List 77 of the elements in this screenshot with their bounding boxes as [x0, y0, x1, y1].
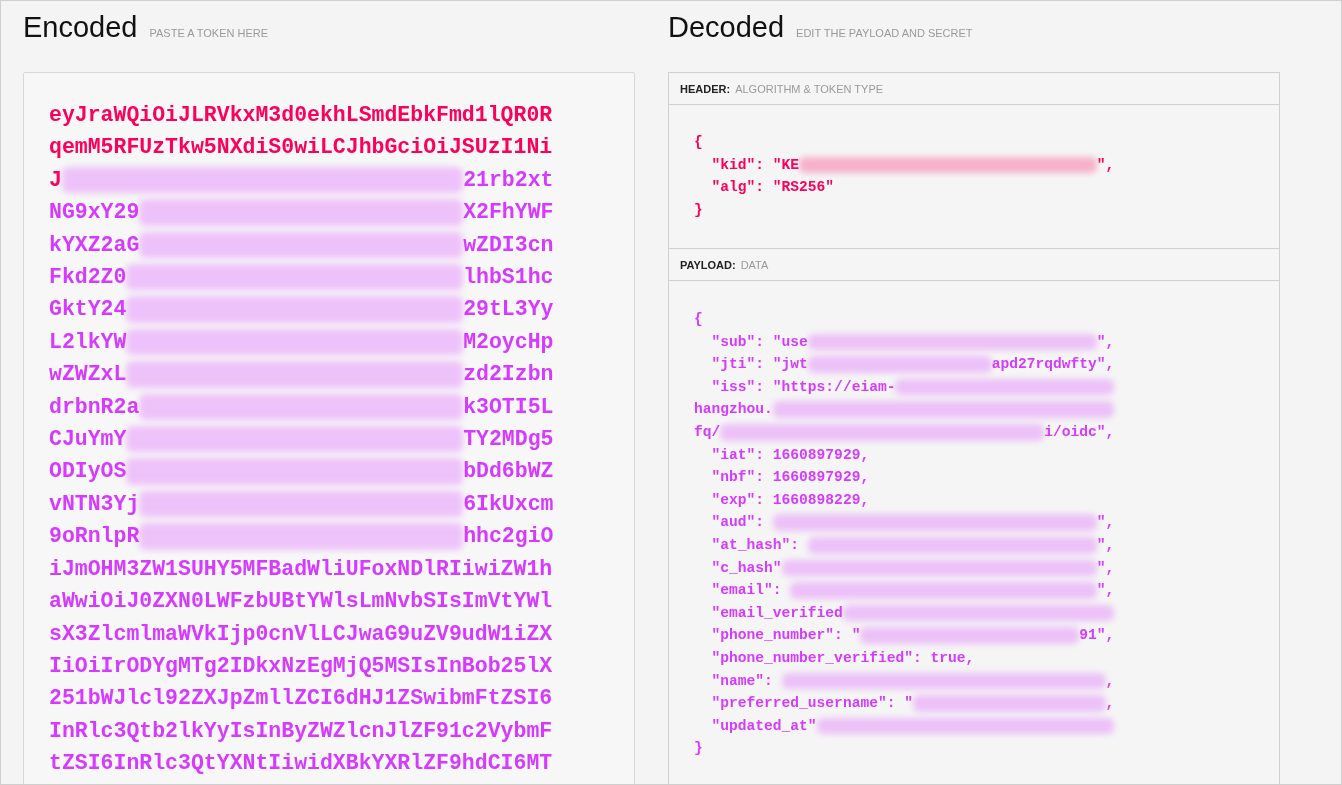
code-text: {: [694, 133, 703, 152]
code-text: "sub": "use: [710, 332, 808, 352]
code-text: GktY24: [49, 296, 127, 324]
code-text: }: [694, 739, 703, 759]
token-input[interactable]: [23, 72, 635, 784]
code-text: ODIyOS: [49, 458, 127, 486]
code-text: vNTN3Yj: [49, 490, 140, 518]
code-text: ",: [1096, 513, 1115, 533]
code-text: kYXZ2aG: [49, 231, 140, 259]
code-text: tZSI6InRlc3QtYXNtIiwidXBkYXRlZF9hdCI6MT: [49, 750, 553, 778]
section-label: PAYLOAD:: [680, 258, 736, 271]
code-text: "iat": 1660897929,: [710, 445, 870, 465]
code-text: CJuYmY: [49, 426, 127, 454]
code-text: TY2MDg5: [463, 426, 554, 454]
code-text: 9oRnlpR: [49, 523, 140, 551]
code-text: lhbS1hc: [463, 264, 554, 292]
code-text: ,: [1105, 694, 1115, 714]
code-text: 251bWJlcl92ZXJpZmllZCI6dHJ1ZSwibmFtZSI6: [49, 685, 553, 713]
code-text: "at_hash":: [710, 535, 801, 555]
code-text: "c_hash": [710, 558, 782, 578]
code-text: "preferred_username": ": [710, 694, 913, 714]
code-text: J: [49, 166, 62, 194]
section-sublabel: ALGORITHM & TOKEN TYPE: [735, 82, 884, 95]
code-text: aWwiOiJ0ZXN0LWFzbUBtYWlsLmNvbSIsImVtYWl: [49, 588, 553, 616]
code-text: k3OTI5L: [463, 393, 554, 421]
code-text: "phone_number_verified": true,: [710, 648, 975, 668]
panel-subtitle: EDIT THE PAYLOAD AND SECRET: [796, 27, 973, 39]
code-text: "exp": 1660898229,: [710, 490, 870, 510]
code-text: ",: [1096, 535, 1115, 555]
code-text: 91",: [1079, 626, 1115, 646]
code-text: fq/: [694, 422, 721, 442]
code-text: {: [694, 310, 703, 329]
code-text: ",: [1096, 332, 1115, 352]
panel-title: Encoded: [23, 11, 138, 44]
code-text: InRlc3Qtb2lkYyIsInByZWZlcnJlZF91c2VybmF: [49, 717, 553, 745]
code-text: 29tL3Yy: [463, 296, 554, 324]
code-text: hangzhou.: [694, 400, 773, 420]
code-text: hhc2giO: [463, 523, 554, 551]
code-text: "email_verified: [710, 603, 843, 623]
code-text: drbnR2a: [49, 393, 140, 421]
code-text: "email":: [710, 581, 783, 601]
code-text: wZWZxL: [49, 361, 127, 389]
code-text: L2lkYW: [49, 328, 127, 356]
code-text: "phone_number": ": [710, 626, 861, 646]
code-text: "updated_at": [710, 716, 817, 736]
code-text: eyJraWQiOiJLRVkxM3d0ekhLSmdEbkFmd1lQR0R: [49, 102, 553, 129]
code-text: "aud":: [710, 513, 766, 533]
code-text: "iss": "https://eiam-: [710, 377, 896, 397]
panel-subtitle: PASTE A TOKEN HERE: [149, 27, 269, 39]
code-text: M2oycHp: [463, 328, 554, 356]
code-text: ",: [1096, 558, 1115, 578]
code-text: 21rb2xt: [463, 166, 554, 194]
code-text: zd2Izbn: [463, 361, 554, 389]
code-text: 6IkUxcm: [463, 490, 554, 518]
code-text: "name":: [710, 671, 774, 691]
code-text: "jti": "jwt: [710, 355, 808, 375]
code-text: iJmOHM3ZW1SUHY5MFBadWliUFoxNDlRIiwiZW1h: [49, 555, 553, 583]
code-text: apd27rqdwfty",: [991, 355, 1115, 375]
code-text: }: [694, 200, 703, 220]
section-sublabel: DATA: [740, 258, 769, 271]
code-text: qemM5RFUzTkw5NXdiS0wiLCJhbGciOiJSUzI1Ni: [49, 134, 553, 162]
code-text: wZDI3cn: [463, 231, 554, 259]
panel-title: Decoded: [668, 11, 785, 44]
code-text: i/oidc",: [1044, 422, 1115, 442]
code-text: IiOiIrODYgMTg2IDkxNzEgMjQ5MSIsInBob25lX: [49, 652, 553, 680]
code-text: "nbf": 1660897929,: [710, 468, 870, 488]
code-text: X2FhYWF: [463, 199, 554, 227]
code-text: "kid": "KE: [710, 155, 800, 175]
section-label: HEADER:: [680, 82, 731, 95]
code-text: Fkd2Z0: [49, 264, 127, 292]
code-text: bDd6bWZ: [463, 458, 554, 486]
code-text: ",: [1096, 581, 1115, 601]
code-text: ,: [1105, 671, 1115, 691]
code-text: sX3ZlcmlmaWVkIjp0cnVlLCJwaG9uZV9udW1iZX: [49, 620, 553, 648]
code-text: "alg": "RS256": [710, 178, 835, 198]
code-text: ",: [1096, 155, 1115, 175]
code-text: NG9xY29: [49, 199, 140, 227]
